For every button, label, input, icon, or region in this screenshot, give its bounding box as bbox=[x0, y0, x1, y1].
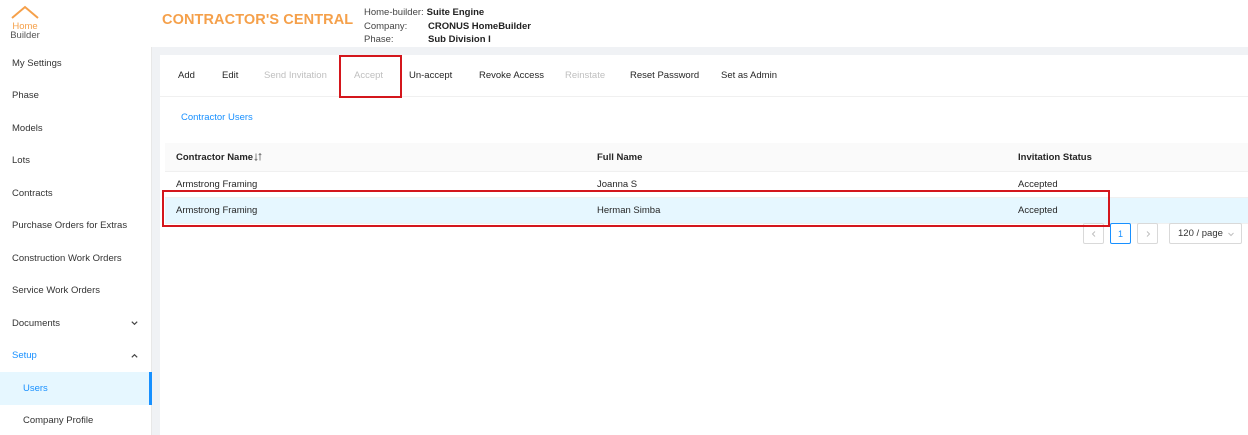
tab-contractor-users[interactable]: Contractor Users bbox=[181, 112, 253, 123]
revoke-access-button[interactable]: Revoke Access bbox=[479, 55, 544, 97]
chevron-right-icon bbox=[1146, 230, 1150, 237]
company-label: Company: bbox=[364, 20, 408, 32]
sidebar-item-models[interactable]: Models bbox=[0, 112, 151, 145]
column-header-label: Contractor Name bbox=[176, 152, 254, 163]
column-header-contractor-name[interactable]: Contractor Name bbox=[176, 143, 262, 172]
cell-invitation-status: Accepted bbox=[1018, 205, 1058, 216]
column-header-invitation-status[interactable]: Invitation Status bbox=[1018, 143, 1092, 172]
app-title: CONTRACTOR'S CENTRAL bbox=[162, 12, 354, 28]
company-value: CRONUS HomeBuilder bbox=[428, 20, 531, 32]
sidebar-item-label: Contracts bbox=[12, 187, 53, 199]
sidebar-item-users[interactable]: Users bbox=[0, 372, 152, 405]
sidebar-item-label: Models bbox=[12, 122, 43, 134]
sort-icon[interactable] bbox=[254, 152, 262, 162]
reinstate-button[interactable]: Reinstate bbox=[565, 55, 605, 97]
chevron-down-icon bbox=[131, 321, 138, 326]
sidebar-item-label: Documents bbox=[12, 317, 61, 329]
sidebar-item-company-profile[interactable]: Company Profile bbox=[0, 405, 151, 435]
phase-value: Sub Division I bbox=[428, 34, 491, 45]
chevron-up-icon bbox=[131, 353, 138, 358]
sidebar-item-label: Phase bbox=[12, 90, 39, 102]
sidebar-item-my-settings[interactable]: My Settings bbox=[0, 47, 151, 80]
sidebar-item-lots[interactable]: Lots bbox=[0, 145, 151, 178]
sidebar-item-label: Service Work Orders bbox=[12, 285, 100, 297]
sidebar-item-label: Users bbox=[23, 382, 48, 394]
page-size-value: 120 / page bbox=[1178, 228, 1223, 239]
phase-label: Phase: bbox=[364, 34, 394, 45]
homebuilder-label: Home-builder: bbox=[364, 7, 424, 18]
action-toolbar: Add Edit Send Invitation Accept Un-accep… bbox=[160, 55, 1248, 97]
sidebar-item-label: Construction Work Orders bbox=[12, 252, 122, 264]
table-row-selected[interactable]: Armstrong Framing Herman Simba Accepted bbox=[165, 198, 1248, 224]
cell-contractor-name: Armstrong Framing bbox=[176, 179, 258, 190]
table-row[interactable]: Armstrong Framing Joanna S Accepted bbox=[165, 172, 1248, 198]
house-logo-icon: Home Builder bbox=[10, 5, 40, 40]
content-card: Add Edit Send Invitation Accept Un-accep… bbox=[160, 55, 1248, 435]
sidebar-item-label: Lots bbox=[12, 155, 30, 167]
main-content: Add Edit Send Invitation Accept Un-accep… bbox=[152, 47, 1248, 435]
sidebar-item-construction-work-orders[interactable]: Construction Work Orders bbox=[0, 242, 151, 275]
unaccept-button[interactable]: Un-accept bbox=[409, 55, 452, 97]
sidebar-item-label: Setup bbox=[12, 350, 37, 362]
cell-full-name: Joanna S bbox=[597, 179, 638, 190]
reset-password-button[interactable]: Reset Password bbox=[630, 55, 699, 97]
chevron-down-icon bbox=[1228, 232, 1234, 237]
sidebar-item-service-work-orders[interactable]: Service Work Orders bbox=[0, 275, 151, 308]
page-size-select[interactable]: 120 / page bbox=[1169, 223, 1242, 244]
sidebar-item-contracts[interactable]: Contracts bbox=[0, 177, 151, 210]
contractor-users-table: Contractor Name Full Name Invitation Sta… bbox=[165, 143, 1248, 224]
sidebar-item-label: My Settings bbox=[12, 57, 62, 69]
context-info: Home-builder: Suite Engine Company: CRON… bbox=[364, 6, 531, 47]
sidebar-item-purchase-orders-for-extras[interactable]: Purchase Orders for Extras bbox=[0, 210, 151, 243]
svg-text:Builder: Builder bbox=[10, 30, 40, 40]
sidebar-item-label: Company Profile bbox=[23, 415, 94, 427]
send-invitation-button[interactable]: Send Invitation bbox=[264, 55, 327, 97]
chevron-left-icon bbox=[1091, 230, 1095, 237]
edit-button[interactable]: Edit bbox=[222, 55, 238, 97]
sidebar-item-setup[interactable]: Setup bbox=[0, 340, 151, 373]
homebuilder-value: Suite Engine bbox=[426, 7, 485, 18]
sidebar-item-phase[interactable]: Phase bbox=[0, 80, 151, 113]
page-button-current[interactable]: 1 bbox=[1110, 223, 1131, 244]
cell-invitation-status: Accepted bbox=[1018, 179, 1058, 190]
set-as-admin-button[interactable]: Set as Admin bbox=[721, 55, 777, 97]
prev-page-button[interactable] bbox=[1083, 223, 1104, 244]
cell-contractor-name: Armstrong Framing bbox=[176, 205, 258, 216]
pagination: 1 120 / page bbox=[1080, 223, 1248, 245]
sidebar-nav: My Settings Phase Models Lots Contracts … bbox=[0, 47, 152, 435]
homebuilder-logo[interactable]: Home Builder bbox=[8, 4, 42, 40]
accept-button[interactable]: Accept bbox=[354, 55, 383, 97]
next-page-button[interactable] bbox=[1137, 223, 1158, 244]
column-header-full-name[interactable]: Full Name bbox=[597, 143, 642, 172]
sidebar-item-documents[interactable]: Documents bbox=[0, 307, 151, 340]
app-header: Home Builder CONTRACTOR'S CENTRAL Home-b… bbox=[0, 0, 1248, 47]
cell-full-name: Herman Simba bbox=[597, 205, 661, 216]
add-button[interactable]: Add bbox=[178, 55, 195, 97]
sidebar-item-label: Purchase Orders for Extras bbox=[12, 220, 128, 232]
table-header: Contractor Name Full Name Invitation Sta… bbox=[165, 143, 1248, 172]
